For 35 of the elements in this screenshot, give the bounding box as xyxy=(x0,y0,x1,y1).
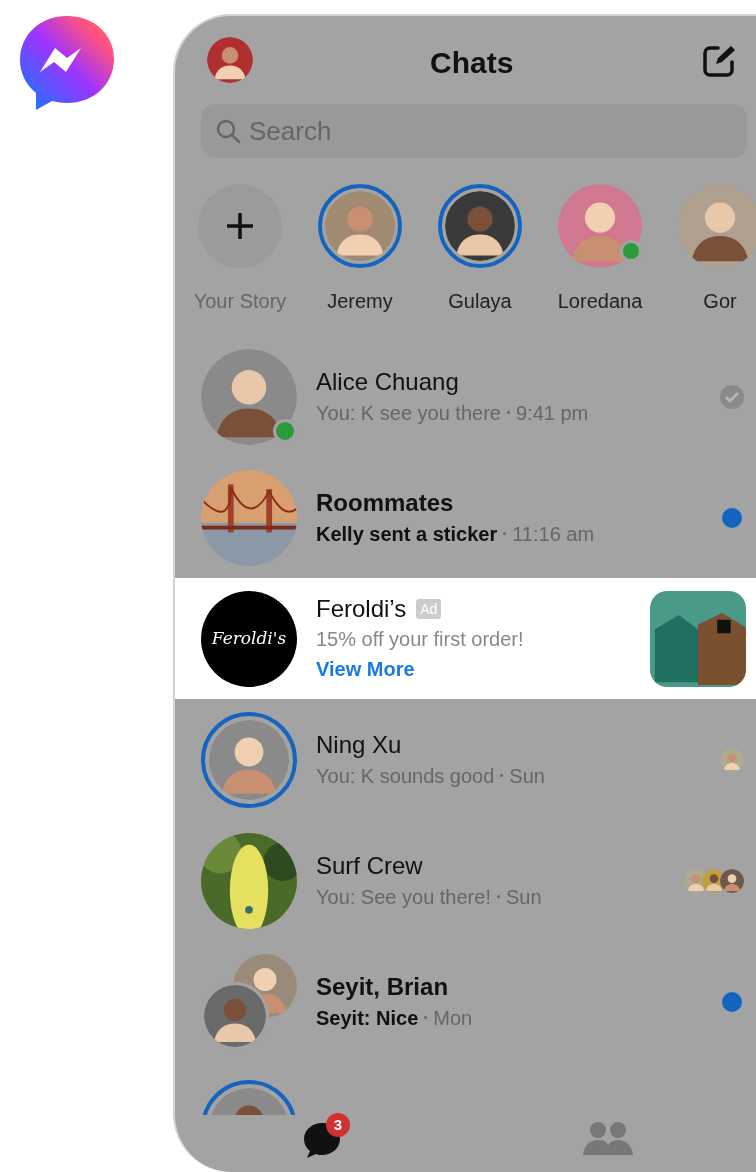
chat-name: Seyit, Brian xyxy=(316,971,450,1002)
screen-title: Chats xyxy=(430,45,514,81)
chat-name: Feroldi’s xyxy=(316,593,407,624)
avatar xyxy=(207,37,253,83)
message-preview: Kelly sent a sticker xyxy=(316,521,498,547)
story-name[interactable]: Loredana xyxy=(557,286,643,316)
chat-name: Ning Xu xyxy=(316,729,403,760)
unread-count-badge: 3 xyxy=(326,1113,350,1137)
avatar xyxy=(445,191,515,261)
story-name[interactable]: Jeremy xyxy=(327,286,393,316)
message-time: 9:41 pm xyxy=(515,400,589,426)
search-icon xyxy=(215,118,241,144)
avatar xyxy=(325,191,395,261)
avatar xyxy=(204,984,266,1047)
message-time: Sun xyxy=(509,763,545,789)
avatar xyxy=(720,747,744,772)
chat-name: Surf Crew xyxy=(316,850,424,881)
message-time: 11:16 am xyxy=(512,521,595,547)
message-preview: Seyit: Nice xyxy=(316,1005,419,1031)
message-time: Sun xyxy=(505,884,542,910)
plus-icon xyxy=(225,211,255,241)
avatar xyxy=(720,868,744,893)
view-more-link[interactable]: View More xyxy=(316,653,415,684)
ad-text: 15% off your first order! xyxy=(316,626,525,652)
messenger-logo-icon xyxy=(18,14,116,112)
chat-name: Roommates xyxy=(316,487,455,518)
chat-name: Alice Chuang xyxy=(316,366,460,397)
message-time: Mon xyxy=(433,1005,473,1031)
brand-logo: Feroldi's xyxy=(201,590,297,687)
story-name[interactable]: Gor xyxy=(703,286,737,316)
story-name[interactable]: Gulaya xyxy=(448,286,512,316)
message-preview: You: K sounds good xyxy=(316,763,495,789)
compose-icon[interactable] xyxy=(702,44,736,78)
message-preview: You: See you there! xyxy=(316,884,491,910)
message-preview: You: K see you there xyxy=(316,400,501,426)
